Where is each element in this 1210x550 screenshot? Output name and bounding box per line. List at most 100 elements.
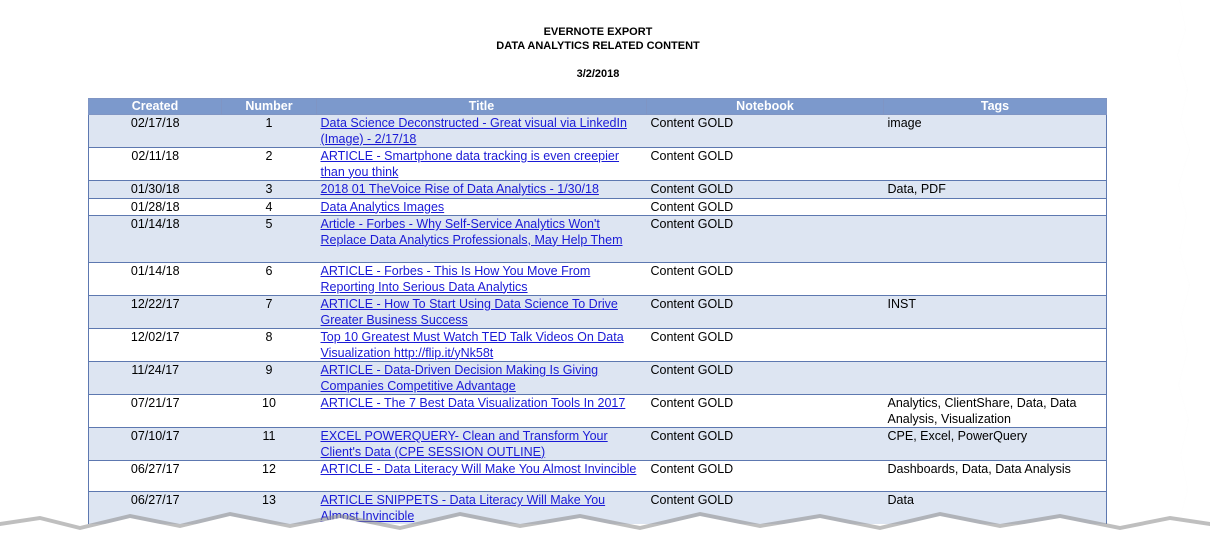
notebook-cell: Content GOLD bbox=[646, 180, 884, 198]
notebook-cell: Content GOLD bbox=[646, 491, 884, 524]
created-cell: 07/10/17 bbox=[88, 427, 222, 461]
number-cell: 11 bbox=[221, 427, 317, 461]
notebook-cell: Content GOLD bbox=[646, 215, 884, 263]
note-title-link[interactable]: Top 10 Greatest Must Watch TED Talk Vide… bbox=[321, 330, 624, 360]
created-cell: 01/30/18 bbox=[88, 180, 222, 198]
column-header-tags[interactable]: Tags bbox=[883, 98, 1107, 115]
number-cell: 2 bbox=[221, 147, 317, 181]
tags-cell: Analytics, ClientShare, Data, Data Analy… bbox=[883, 394, 1107, 428]
number-cell: 12 bbox=[221, 460, 317, 492]
created-cell: 07/21/17 bbox=[88, 394, 222, 428]
number-cell: 6 bbox=[221, 262, 317, 296]
tags-cell bbox=[883, 147, 1107, 181]
table-row: 02/11/18 2 ARTICLE - Smartphone data track… bbox=[88, 147, 1107, 181]
number-cell: 13 bbox=[221, 491, 317, 524]
title-cell: ARTICLE - Data-Driven Decision Making Is… bbox=[316, 361, 647, 395]
title-cell: ARTICLE - Data Literacy Will Make You Al… bbox=[316, 460, 647, 492]
note-title-link[interactable]: 2018 01 TheVoice Rise of Data Analytics … bbox=[321, 182, 599, 196]
created-cell: 06/27/17 bbox=[88, 491, 222, 524]
table-row: 01/30/18 3 2018 01 TheVoice Rise of Data A… bbox=[88, 180, 1107, 198]
tags-cell bbox=[883, 262, 1107, 296]
export-page: EVERNOTE EXPORT DATA ANALYTICS RELATED C… bbox=[0, 0, 1200, 530]
created-cell: 01/14/18 bbox=[88, 215, 222, 263]
notebook-cell: Content GOLD bbox=[646, 114, 884, 148]
number-cell: 9 bbox=[221, 361, 317, 395]
tags-cell bbox=[883, 328, 1107, 362]
tags-cell bbox=[883, 361, 1107, 395]
export-subtitle: DATA ANALYTICS RELATED CONTENT bbox=[496, 40, 700, 52]
title-cell: 2018 01 TheVoice Rise of Data Analytics … bbox=[316, 180, 647, 198]
number-cell: 3 bbox=[221, 180, 317, 198]
export-date: 3/2/2018 bbox=[576, 68, 620, 80]
tags-cell: INST bbox=[883, 295, 1107, 329]
table-row: 12/22/17 7 ARTICLE - How To Start Using Da… bbox=[88, 295, 1107, 329]
number-cell: 7 bbox=[221, 295, 317, 329]
created-cell: 12/22/17 bbox=[88, 295, 222, 329]
created-cell: 12/02/17 bbox=[88, 328, 222, 362]
title-cell: ARTICLE - How To Start Using Data Scienc… bbox=[316, 295, 647, 329]
notebook-cell: Content GOLD bbox=[646, 295, 884, 329]
tags-cell: image bbox=[883, 114, 1107, 148]
table-row: 01/28/18 4 Data Analytics Images Content GO… bbox=[88, 197, 1107, 216]
note-title-link[interactable]: Article - Forbes - Why Self-Service Anal… bbox=[321, 217, 623, 247]
notebook-cell: Content GOLD bbox=[646, 460, 884, 492]
column-header-created[interactable]: Created bbox=[88, 98, 222, 115]
notebook-cell: Content GOLD bbox=[646, 427, 884, 461]
table-row: 06/27/17 13 ARTICLE SNIPPETS - Data Litera… bbox=[88, 491, 1107, 524]
tags-cell bbox=[883, 197, 1107, 216]
created-cell: 01/14/18 bbox=[88, 262, 222, 296]
tags-cell bbox=[883, 215, 1107, 263]
notebook-cell: Content GOLD bbox=[646, 262, 884, 296]
note-title-link[interactable]: ARTICLE - The 7 Best Data Visualization … bbox=[321, 396, 626, 410]
note-title-link[interactable]: ARTICLE - How To Start Using Data Scienc… bbox=[321, 297, 618, 327]
notebook-cell: Content GOLD bbox=[646, 394, 884, 428]
column-header-title[interactable]: Title bbox=[316, 98, 647, 115]
notebook-cell: Content GOLD bbox=[646, 147, 884, 181]
table-row: 01/14/18 5 Article - Forbes - Why Self-Ser… bbox=[88, 215, 1107, 263]
table-row: 11/24/17 9 ARTICLE - Data-Driven Decision … bbox=[88, 361, 1107, 395]
title-cell: Article - Forbes - Why Self-Service Anal… bbox=[316, 215, 647, 263]
title-cell: EXCEL POWERQUERY- Clean and Transform Yo… bbox=[316, 427, 647, 461]
tags-cell: Dashboards, Data, Data Analysis bbox=[883, 460, 1107, 492]
note-title-link[interactable]: Data Science Deconstructed - Great visua… bbox=[321, 116, 627, 146]
notebook-cell: Content GOLD bbox=[646, 361, 884, 395]
tags-cell: CPE, Excel, PowerQuery bbox=[883, 427, 1107, 461]
title-cell: ARTICLE - Forbes - This Is How You Move … bbox=[316, 262, 647, 296]
number-cell: 10 bbox=[221, 394, 317, 428]
table-row: 02/17/18 1 Data Science Deconstructed - Gr… bbox=[88, 114, 1107, 148]
number-cell: 4 bbox=[221, 197, 317, 216]
title-cell: Top 10 Greatest Must Watch TED Talk Vide… bbox=[316, 328, 647, 362]
note-title-link[interactable]: ARTICLE - Smartphone data tracking is ev… bbox=[321, 149, 620, 179]
table-body: 02/17/18 1 Data Science Deconstructed - Gr… bbox=[88, 114, 1107, 524]
created-cell: 02/17/18 bbox=[88, 114, 222, 148]
table-row: 07/10/17 11 EXCEL POWERQUERY- Clean and Tr… bbox=[88, 427, 1107, 461]
note-title-link[interactable]: ARTICLE - Data Literacy Will Make You Al… bbox=[321, 462, 637, 476]
table-header-row: Created Number Title Notebook Tags bbox=[88, 98, 1107, 115]
tags-cell: Data, PDF bbox=[883, 180, 1107, 198]
created-cell: 06/27/17 bbox=[88, 460, 222, 492]
table-row: 07/21/17 10 ARTICLE - The 7 Best Data Visu… bbox=[88, 394, 1107, 428]
title-cell: ARTICLE - Smartphone data tracking is ev… bbox=[316, 147, 647, 181]
title-cell: Data Analytics Images bbox=[316, 197, 647, 216]
export-title: EVERNOTE EXPORT bbox=[543, 26, 653, 38]
number-cell: 5 bbox=[221, 215, 317, 263]
notebook-cell: Content GOLD bbox=[646, 328, 884, 362]
title-cell: ARTICLE SNIPPETS - Data Literacy Will Ma… bbox=[316, 491, 647, 524]
number-cell: 1 bbox=[221, 114, 317, 148]
title-cell: Data Science Deconstructed - Great visua… bbox=[316, 114, 647, 148]
notes-table: Created Number Title Notebook Tags 02/17… bbox=[88, 98, 1107, 524]
created-cell: 11/24/17 bbox=[88, 361, 222, 395]
notebook-cell: Content GOLD bbox=[646, 197, 884, 216]
column-header-notebook[interactable]: Notebook bbox=[646, 98, 884, 115]
column-header-number[interactable]: Number bbox=[221, 98, 317, 115]
note-title-link[interactable]: ARTICLE - Data-Driven Decision Making Is… bbox=[321, 363, 599, 393]
note-title-link[interactable]: Data Analytics Images bbox=[321, 200, 445, 214]
table-row: 06/27/17 12 ARTICLE - Data Literacy Will M… bbox=[88, 460, 1107, 492]
table-row: 12/02/17 8 Top 10 Greatest Must Watch TED … bbox=[88, 328, 1107, 362]
created-cell: 02/11/18 bbox=[88, 147, 222, 181]
note-title-link[interactable]: EXCEL POWERQUERY- Clean and Transform Yo… bbox=[321, 429, 608, 459]
note-title-link[interactable]: ARTICLE - Forbes - This Is How You Move … bbox=[321, 264, 591, 294]
number-cell: 8 bbox=[221, 328, 317, 362]
note-title-link[interactable]: ARTICLE SNIPPETS - Data Literacy Will Ma… bbox=[321, 493, 606, 523]
created-cell: 01/28/18 bbox=[88, 197, 222, 216]
